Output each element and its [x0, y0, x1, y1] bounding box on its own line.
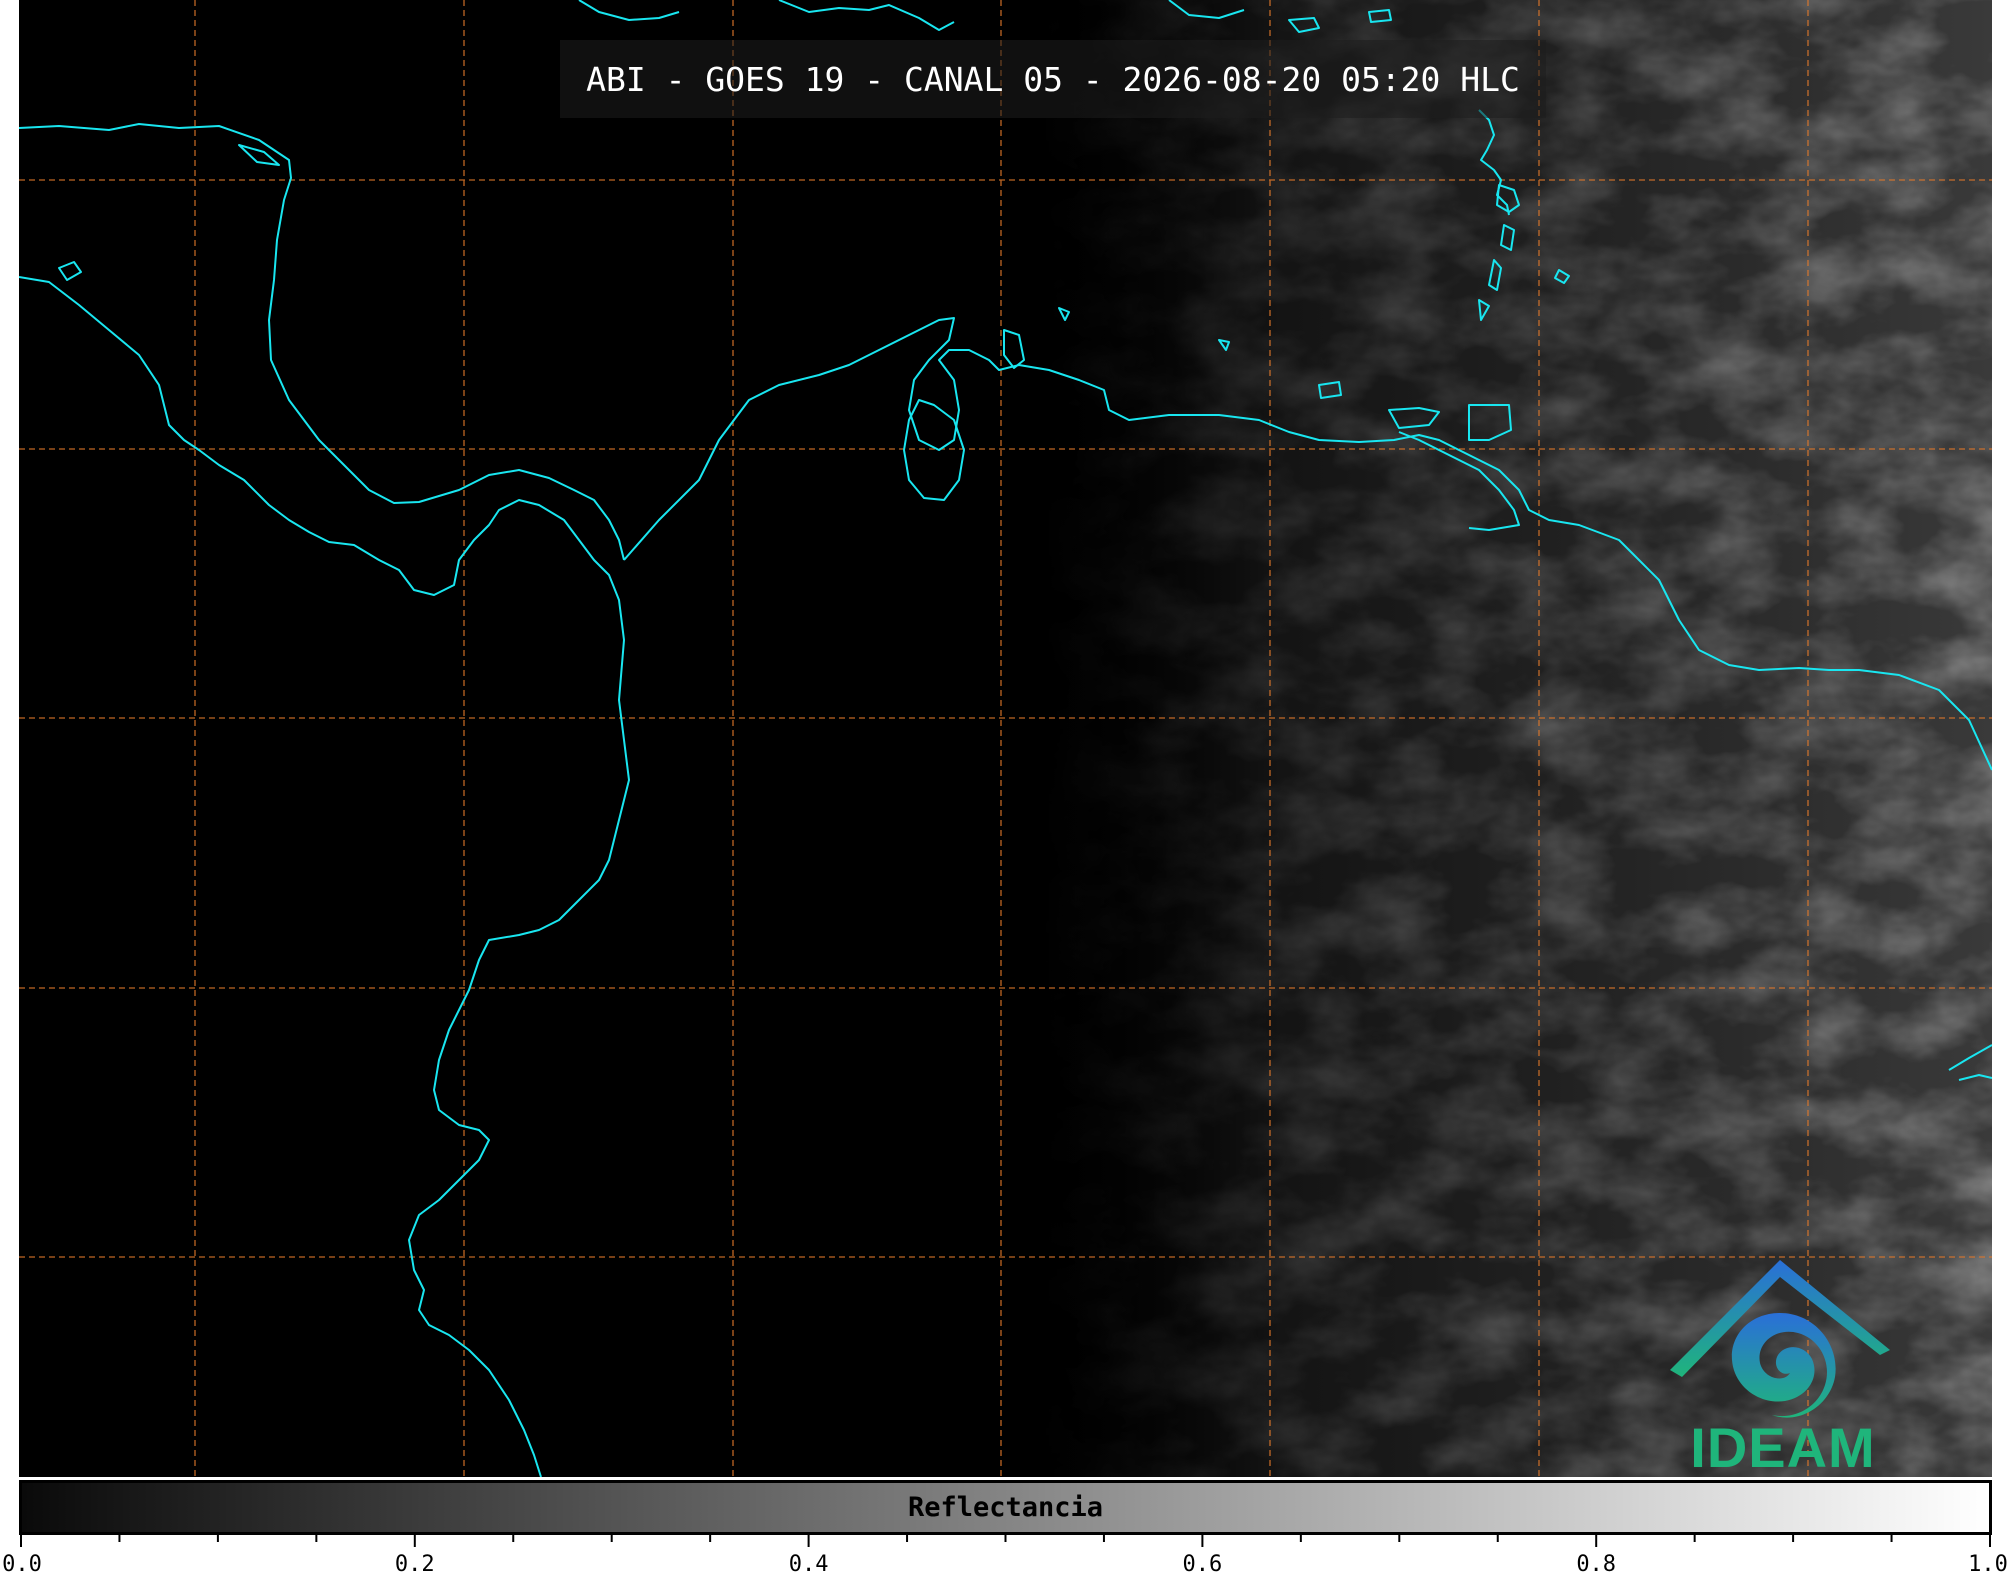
colorbar-tick-label: 1.0: [1968, 1552, 2008, 1577]
map-title: ABI - GOES 19 - CANAL 05 - 2026-08-20 05…: [586, 59, 1520, 99]
colorbar-tick-label: 0.0: [2, 1552, 42, 1577]
colorbar-tick-label: 0.8: [1576, 1552, 1617, 1577]
colorbar-tick-label: 0.2: [394, 1552, 435, 1577]
colorbar-tick-label: 0.4: [788, 1552, 829, 1577]
colorbar-tick-label: 0.6: [1182, 1552, 1223, 1577]
title-box: ABI - GOES 19 - CANAL 05 - 2026-08-20 05…: [560, 40, 1546, 118]
colorbar-label: Reflectancia: [907, 1492, 1104, 1523]
colorbar-ticks: [20, 1535, 1991, 1547]
logo-text: IDEAM: [1690, 1416, 1876, 1479]
colorbar: Reflectancia: [19, 1480, 1992, 1535]
